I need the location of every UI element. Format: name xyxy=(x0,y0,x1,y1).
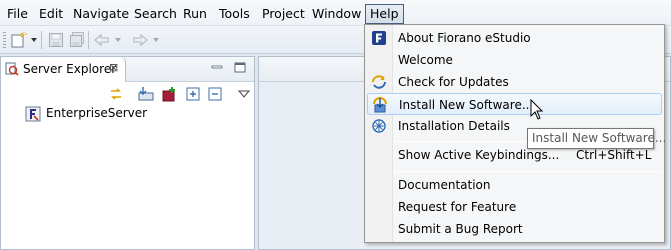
sync-icon[interactable] xyxy=(108,86,124,102)
add-server-icon[interactable] xyxy=(161,86,177,102)
menu-separator xyxy=(395,171,661,172)
menu-project[interactable]: Project xyxy=(258,3,309,24)
menu-window[interactable]: Window xyxy=(308,3,365,24)
fiorano-icon xyxy=(372,31,386,45)
toolbar-grip[interactable] xyxy=(3,32,6,48)
fiorano-server-icon xyxy=(25,106,41,122)
menu-run[interactable]: Run xyxy=(179,3,211,24)
maximize-icon[interactable] xyxy=(233,61,247,75)
import-icon[interactable] xyxy=(138,86,154,102)
back-icon[interactable] xyxy=(93,32,111,48)
server-explorer-tab-label: Server Explorer xyxy=(23,62,117,76)
toolbar-separator xyxy=(41,31,42,49)
menu-item-label: Show Active Keybindings... xyxy=(398,148,560,162)
menu-item-documentation[interactable]: Documentation xyxy=(367,174,662,196)
menu-item-label: Documentation xyxy=(398,178,491,192)
menu-item-label: Installation Details xyxy=(398,119,510,133)
menu-tools[interactable]: Tools xyxy=(215,3,254,24)
tooltip: Install New Software... xyxy=(527,128,666,149)
menu-item-submit-bug[interactable]: Submit a Bug Report xyxy=(367,218,662,240)
menu-help[interactable]: Help xyxy=(365,4,404,24)
server-explorer-toolbar xyxy=(1,83,254,105)
server-explorer-icon xyxy=(5,62,19,76)
menu-item-label: Submit a Bug Report xyxy=(398,222,523,236)
expand-all-icon[interactable] xyxy=(185,86,201,102)
view-tab-bar: Server Explorer ⊠ xyxy=(1,57,254,82)
menu-item-label: Request for Feature xyxy=(398,200,517,214)
menu-item-welcome[interactable]: Welcome xyxy=(367,49,662,71)
menu-file[interactable]: File xyxy=(3,3,32,24)
menu-navigate[interactable]: Navigate xyxy=(69,3,133,24)
menu-item-label: About Fiorano eStudio xyxy=(398,31,531,45)
save-icon[interactable] xyxy=(47,32,65,48)
menu-item-label: Check for Updates xyxy=(398,75,509,89)
server-explorer-view: Server Explorer ⊠ EnterpriseServer xyxy=(0,56,255,250)
installation-details-icon xyxy=(372,119,386,133)
forward-dropdown-arrow-icon[interactable] xyxy=(153,38,159,42)
menu-item-about[interactable]: About Fiorano eStudio xyxy=(367,27,662,49)
menu-search[interactable]: Search xyxy=(130,3,181,24)
menu-item-label: Install New Software... xyxy=(399,98,534,112)
menu-item-accelerator: Ctrl+Shift+L xyxy=(576,148,652,162)
server-explorer-tab[interactable]: Server Explorer ⊠ xyxy=(1,57,126,82)
new-dropdown-arrow-icon[interactable] xyxy=(31,38,37,42)
menu-item-check-updates[interactable]: Check for Updates xyxy=(367,71,662,93)
mouse-cursor-icon xyxy=(530,99,544,120)
tree-item-label: EnterpriseServer xyxy=(46,106,148,120)
save-all-icon[interactable] xyxy=(68,32,86,48)
back-dropdown-arrow-icon[interactable] xyxy=(115,38,121,42)
menu-item-label: Welcome xyxy=(398,53,453,67)
forward-icon[interactable] xyxy=(131,32,149,48)
minimize-icon[interactable] xyxy=(210,61,224,75)
menu-item-install-new-software[interactable]: Install New Software... xyxy=(367,93,662,115)
new-wizard-icon[interactable] xyxy=(10,32,28,48)
install-icon xyxy=(373,97,387,113)
view-menu-icon[interactable] xyxy=(236,86,252,102)
collapse-all-icon[interactable] xyxy=(207,86,223,102)
update-icon xyxy=(372,75,386,89)
menu-edit[interactable]: Edit xyxy=(35,3,67,24)
close-icon[interactable]: ⊠ xyxy=(109,61,118,74)
menu-item-request-feature[interactable]: Request for Feature xyxy=(367,196,662,218)
toolbar-separator xyxy=(88,31,89,49)
menu-bar: File Edit Navigate Search Run Tools Proj… xyxy=(0,0,671,26)
